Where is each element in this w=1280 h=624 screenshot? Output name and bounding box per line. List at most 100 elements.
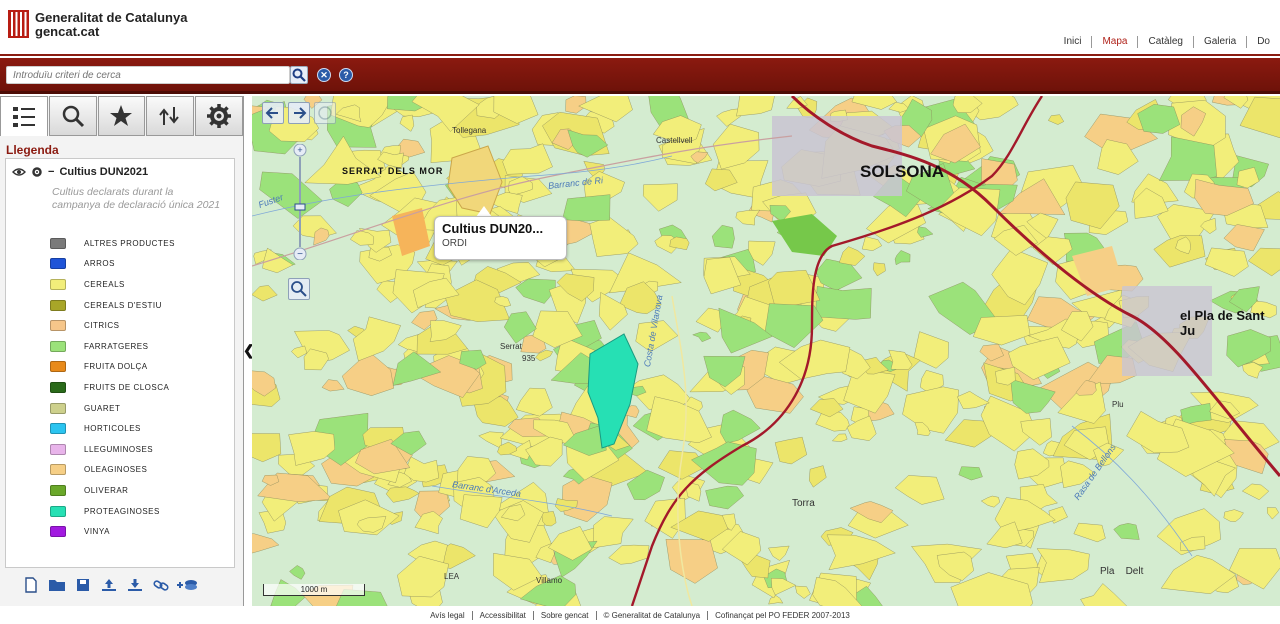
site-footer: Avís legal Accessibilitat Sobre gencat ©…: [0, 606, 1280, 624]
footer-copyright: © Generalitat de Catalunya: [595, 610, 708, 620]
logo-line2: gencat.cat: [35, 24, 100, 39]
help-icon: ?: [343, 70, 349, 80]
search-icon: [292, 68, 306, 82]
map-view[interactable]: SOLSONA el Pla de Sant Ju SERRAT DELS MO…: [252, 96, 1280, 606]
generalitat-logo-icon[interactable]: [8, 10, 29, 38]
upload-button[interactable]: [98, 576, 120, 594]
legend-label: CEREALS D'ESTIU: [84, 300, 162, 310]
legend-label: VINYA: [84, 527, 110, 537]
tab-route[interactable]: [146, 96, 195, 136]
download-button[interactable]: [124, 576, 146, 594]
legend-item: HORTICOLES: [50, 418, 175, 439]
legend-swatch: [50, 340, 66, 352]
save-button[interactable]: [72, 576, 94, 594]
legend-item: FARRATGERES: [50, 336, 175, 357]
crop-parcel[interactable]: [815, 286, 872, 320]
tab-favorites[interactable]: [97, 96, 146, 136]
legend-item: FRUITA DOLÇA: [50, 357, 175, 378]
legend-item: LLEGUMINOSES: [50, 439, 175, 460]
feature-popup[interactable]: Cultius DUN20... ORDI: [434, 216, 567, 260]
close-icon: ✕: [320, 70, 328, 80]
legend-swatch: [50, 320, 66, 332]
save-icon: [77, 579, 89, 591]
legend-label: FRUITA DOLÇA: [84, 362, 148, 372]
search-button[interactable]: [290, 66, 308, 84]
arrow-left-icon: [265, 107, 278, 119]
popup-title: Cultius DUN20...: [442, 221, 544, 236]
legend-item: ARROS: [50, 254, 175, 275]
tab-search[interactable]: [48, 96, 97, 136]
place-serrat-mort: SERRAT DELS MOR: [342, 166, 444, 176]
eye-icon[interactable]: [12, 167, 26, 177]
panel-toolbar: [20, 576, 202, 594]
legend-label: FRUITS DE CLOSCA: [84, 382, 170, 392]
layer-description: Cultius declarats durant la campanya de …: [52, 186, 221, 211]
collapse-layer-icon[interactable]: −: [48, 166, 54, 178]
link-button[interactable]: [150, 576, 172, 594]
add-layer-button[interactable]: [176, 576, 198, 594]
zoom-box-button[interactable]: [288, 278, 310, 300]
nav-mapa[interactable]: Mapa: [1091, 36, 1137, 48]
route-icon: [159, 107, 180, 125]
legend-label: OLIVERAR: [84, 485, 129, 495]
legend-swatch: [50, 278, 66, 290]
nav-inici[interactable]: Inici: [1054, 36, 1092, 48]
legend-label: CITRICS: [84, 321, 120, 331]
legend-label: FARRATGERES: [84, 341, 149, 351]
place-pla-delt: Pla Delt: [1100, 566, 1144, 577]
legend-swatch: [50, 526, 66, 538]
legend-label: PROTEAGINOSES: [84, 506, 160, 516]
label-lea: LEA: [444, 572, 460, 581]
top-nav: Inici Mapa Catàleg Galeria Do: [1054, 36, 1280, 48]
magnifier-icon: [62, 105, 84, 128]
place-pla-sant: el Pla de Sant Ju: [1180, 308, 1265, 338]
pan-forward-button[interactable]: [288, 102, 310, 124]
legend-label: ARROS: [84, 259, 115, 269]
legend-list-icon: [12, 106, 35, 127]
legend-label: CEREALS: [84, 279, 125, 289]
add-layers-icon: [177, 580, 197, 590]
legend-swatch: [50, 237, 66, 249]
legend-swatch: [50, 381, 66, 393]
site-logo-text[interactable]: Generalitat de Catalunya gencat.cat: [35, 11, 187, 39]
layer-gear-icon[interactable]: [31, 166, 43, 178]
footer-avis-legal[interactable]: Avís legal: [423, 611, 472, 620]
help-button[interactable]: ?: [339, 68, 353, 82]
legend-label: ALTRES PRODUCTES: [84, 238, 175, 248]
legend-item: GUARET: [50, 398, 175, 419]
svg-text:−: −: [297, 249, 303, 260]
clear-search-button[interactable]: ✕: [317, 68, 331, 82]
new-file-icon: [25, 577, 37, 593]
open-folder-button[interactable]: [46, 576, 68, 594]
legend-item: FRUITS DE CLOSCA: [50, 377, 175, 398]
legend-label: LLEGUMINOSES: [84, 444, 154, 454]
arrow-right-icon: [294, 107, 307, 119]
legend-swatch: [50, 299, 66, 311]
label-serrat: Serrat: [500, 342, 522, 351]
full-extent-button[interactable]: [314, 102, 336, 124]
label-plu: Plu: [1112, 400, 1124, 409]
crop-parcel[interactable]: [562, 194, 611, 222]
tab-settings[interactable]: [195, 96, 243, 136]
zoom-slider[interactable]: + −: [293, 144, 307, 260]
legend-label: HORTICOLES: [84, 424, 141, 434]
nav-cataleg[interactable]: Catàleg: [1137, 36, 1192, 48]
place-torra: Torra: [792, 498, 815, 509]
legend-item: PROTEAGINOSES: [50, 501, 175, 522]
star-icon: [110, 105, 133, 126]
nav-galeria[interactable]: Galeria: [1192, 36, 1246, 48]
place-solsona: SOLSONA: [860, 162, 945, 181]
zoom-handle[interactable]: [294, 203, 306, 211]
tab-legend[interactable]: [0, 96, 48, 136]
pan-back-button[interactable]: [262, 102, 284, 124]
app: Generalitat de Catalunya gencat.cat Inic…: [0, 0, 1280, 624]
legend-item: OLIVERAR: [50, 480, 175, 501]
legend-box: − Cultius DUN2021 Cultius declarats dura…: [5, 158, 235, 568]
footer-accessibilitat[interactable]: Accessibilitat: [471, 610, 533, 620]
site-header: Generalitat de Catalunya gencat.cat Inic…: [0, 0, 1280, 56]
search-input[interactable]: [6, 66, 290, 84]
new-file-button[interactable]: [20, 576, 42, 594]
gear-icon: [207, 104, 232, 128]
nav-more[interactable]: Do: [1246, 36, 1280, 48]
footer-sobre-gencat[interactable]: Sobre gencat: [532, 610, 596, 620]
